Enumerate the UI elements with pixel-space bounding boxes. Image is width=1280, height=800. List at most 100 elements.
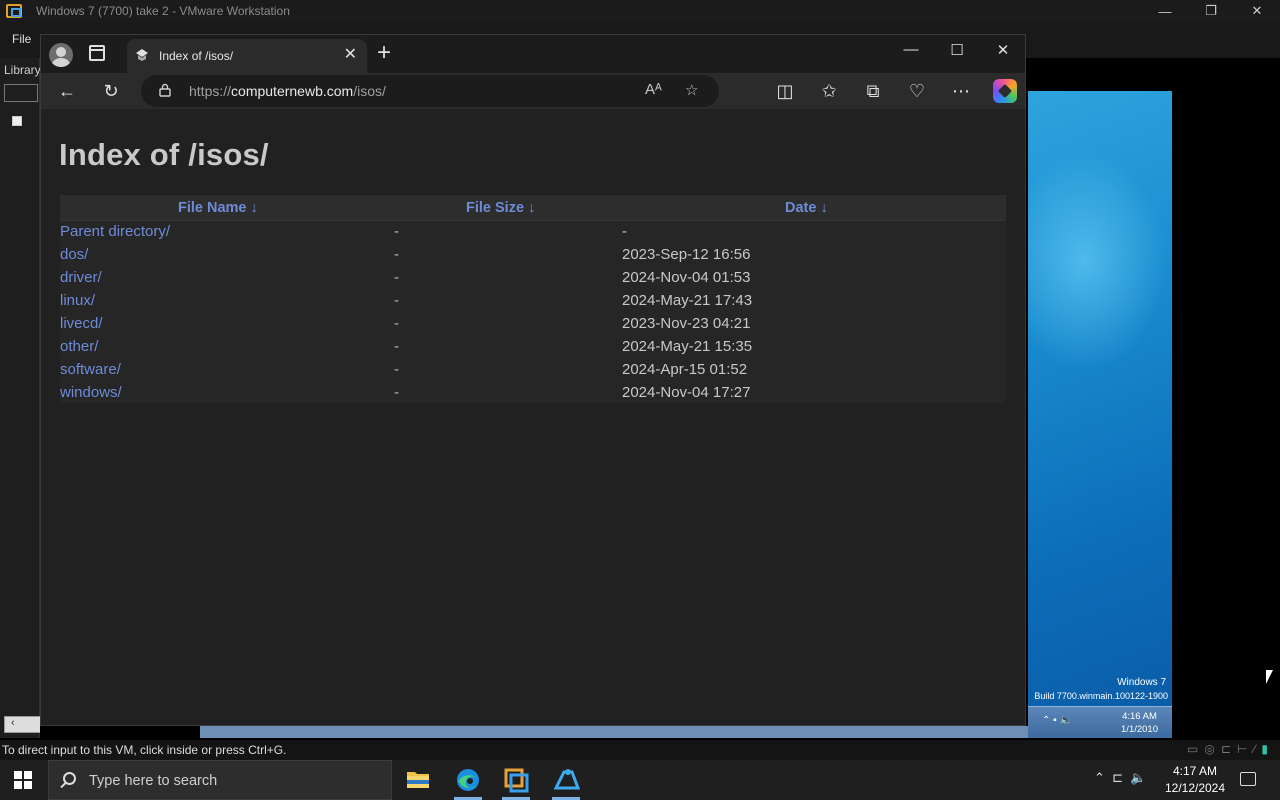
clock-time: 4:17 AM: [1172, 764, 1218, 778]
file-date: -: [622, 223, 627, 240]
guest-brand-text: Windows 7: [1117, 677, 1166, 688]
file-size: -: [394, 315, 399, 332]
file-listing-table: File Name ↓ File Size ↓ Date ↓ Parent di…: [60, 195, 1006, 403]
cd-icon[interactable]: ◎: [1204, 742, 1214, 756]
browser-maximize-button[interactable]: ☐: [943, 41, 971, 59]
split-screen-icon[interactable]: ◫: [773, 79, 797, 103]
windows-start-icon[interactable]: [14, 771, 32, 789]
guest-build-text: Build 7700.winmain.100122-1900: [1034, 691, 1168, 701]
tree-expand-icon[interactable]: [12, 116, 22, 126]
scroll-left-arrow-icon[interactable]: ‹: [11, 717, 15, 729]
column-file-size[interactable]: File Size ↓: [466, 200, 535, 216]
profile-avatar-icon[interactable]: [49, 43, 73, 67]
table-row: software/ - 2024-Apr-15 01:52: [60, 361, 1006, 384]
vmware-minimize-button[interactable]: —: [1142, 0, 1188, 22]
browser-minimize-button[interactable]: —: [897, 41, 925, 58]
browser-close-button[interactable]: ✕: [989, 41, 1017, 59]
vmware-device-icons[interactable]: ▭ ◎ ⊏ ⊢ ∕ ▮: [1187, 742, 1268, 756]
file-link[interactable]: driver/: [60, 269, 102, 286]
favorite-star-icon[interactable]: ☆: [685, 81, 698, 99]
file-size: -: [394, 246, 399, 263]
column-file-name[interactable]: File Name ↓: [178, 200, 258, 216]
message-icon[interactable]: ▮: [1261, 742, 1268, 756]
guest-clock-time: 4:16 AM: [1122, 711, 1157, 722]
back-button[interactable]: ←: [55, 79, 79, 103]
search-icon: [63, 772, 76, 785]
file-date: 2024-May-21 17:43: [622, 292, 753, 309]
file-size: -: [394, 223, 399, 240]
table-row: dos/ - 2023-Sep-12 16:56: [60, 246, 1006, 269]
notifications-icon[interactable]: [1240, 772, 1256, 786]
desktop: Windows 7 (7700) take 2 - VMware Worksta…: [0, 0, 1280, 800]
file-link[interactable]: windows/: [60, 384, 122, 401]
file-size: -: [394, 361, 399, 378]
guest-tray-icons[interactable]: ⌃ ▪ 🔈: [1042, 715, 1072, 726]
vmware-statusbar: To direct input to this VM, click inside…: [0, 740, 1280, 760]
page-title: Index of /isos/: [59, 137, 269, 172]
sound-icon[interactable]: ∕: [1253, 742, 1255, 756]
file-link[interactable]: linux/: [60, 292, 95, 309]
library-search-input[interactable]: [4, 84, 38, 102]
app-taskbar-icon[interactable]: [542, 760, 590, 800]
collections-icon[interactable]: ⧉: [861, 79, 885, 103]
file-date: 2024-May-21 15:35: [622, 338, 753, 355]
mouse-cursor-icon: [1266, 670, 1273, 684]
guest-taskbar-strip: [200, 726, 1028, 738]
tray-icons[interactable]: ⌃ ⊏ 🔈: [1094, 770, 1146, 786]
file-link[interactable]: software/: [60, 361, 121, 378]
vmware-library-panel: Library: [0, 58, 41, 738]
network-icon[interactable]: ⊏: [1221, 742, 1231, 756]
vmware-taskbar-icon[interactable]: [492, 760, 540, 800]
vmware-restore-button[interactable]: ❐: [1188, 0, 1234, 22]
file-date: 2023-Sep-12 16:56: [622, 246, 751, 263]
copilot-icon[interactable]: [993, 79, 1017, 103]
browser-tabstrip: Index of /isos/ ✕ + — ☐ ✕: [41, 35, 1025, 73]
browser-window: Index of /isos/ ✕ + — ☐ ✕ ← ↻ https://co…: [40, 34, 1026, 726]
file-size: -: [394, 338, 399, 355]
read-aloud-icon[interactable]: Aᴬ: [645, 81, 662, 98]
file-link[interactable]: livecd/: [60, 315, 103, 332]
lock-icon[interactable]: [159, 83, 171, 97]
address-bar[interactable]: https://computernewb.com/isos/ Aᴬ ☆: [141, 75, 719, 107]
file-size: -: [394, 384, 399, 401]
vmware-menu-file[interactable]: File: [12, 32, 31, 46]
settings-more-icon[interactable]: ⋯: [949, 79, 973, 103]
new-tab-button[interactable]: +: [377, 41, 391, 65]
usb-icon[interactable]: ⊢: [1237, 742, 1247, 756]
page-content: Index of /isos/ File Name ↓ File Size ↓ …: [42, 109, 1024, 723]
file-link[interactable]: Parent directory/: [60, 223, 170, 240]
taskbar-search-box[interactable]: Type here to search: [48, 760, 392, 800]
table-row: Parent directory/ - -: [60, 223, 1006, 246]
browser-essentials-icon[interactable]: ♡: [905, 79, 929, 103]
table-row: other/ - 2024-May-21 15:35: [60, 338, 1006, 361]
url-path: /isos/: [353, 83, 386, 99]
table-header: File Name ↓ File Size ↓ Date ↓: [60, 195, 1006, 221]
guest-clock-date: 1/1/2010: [1121, 724, 1158, 735]
vmware-close-button[interactable]: ✕: [1234, 0, 1280, 22]
vmware-titlebar: Windows 7 (7700) take 2 - VMware Worksta…: [0, 0, 1280, 22]
file-date: 2024-Nov-04 01:53: [622, 269, 751, 286]
file-explorer-icon[interactable]: [394, 760, 442, 800]
edge-taskbar-icon[interactable]: [444, 760, 492, 800]
column-date[interactable]: Date ↓: [785, 200, 828, 216]
file-link[interactable]: other/: [60, 338, 98, 355]
tab-close-icon[interactable]: ✕: [344, 47, 357, 63]
guest-taskbar[interactable]: ⌃ ▪ 🔈 4:16 AM 1/1/2010: [1028, 706, 1172, 738]
tab-title: Index of /isos/: [159, 49, 234, 63]
library-label: Library: [4, 63, 41, 77]
file-link[interactable]: dos/: [60, 246, 88, 263]
table-row: windows/ - 2024-Nov-04 17:27: [60, 384, 1006, 407]
favorites-icon[interactable]: ✩: [817, 79, 841, 103]
tab-actions-icon[interactable]: [89, 45, 105, 61]
clock-date: 12/12/2024: [1164, 781, 1226, 795]
refresh-button[interactable]: ↻: [99, 79, 123, 103]
table-row: driver/ - 2024-Nov-04 01:53: [60, 269, 1006, 292]
taskbar-clock[interactable]: 4:17 AM 12/12/2024: [1160, 763, 1230, 797]
guest-clock[interactable]: 4:16 AM 1/1/2010: [1121, 710, 1158, 736]
site-favicon-icon: [136, 49, 148, 61]
hdd-icon[interactable]: ▭: [1187, 742, 1198, 756]
vmware-status-text: To direct input to this VM, click inside…: [2, 743, 287, 757]
browser-tab[interactable]: Index of /isos/ ✕: [127, 39, 367, 73]
url-text[interactable]: https://computernewb.com/isos/: [189, 83, 386, 99]
vmware-logo-icon: [6, 4, 22, 18]
